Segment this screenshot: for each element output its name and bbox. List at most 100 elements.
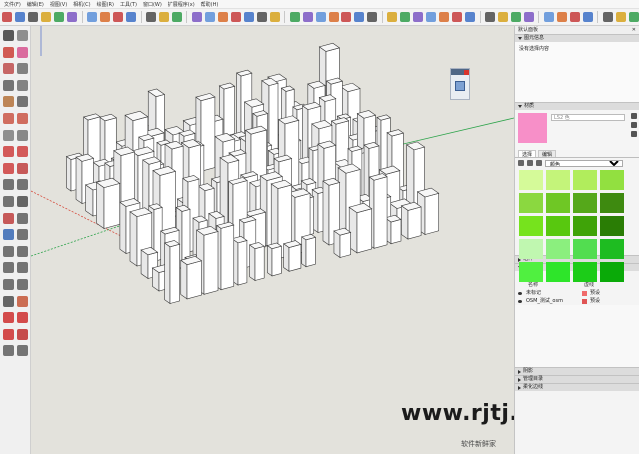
- material-swatch[interactable]: [600, 239, 624, 259]
- polygon-tool-icon[interactable]: [17, 96, 28, 108]
- wireframe-button[interactable]: [328, 11, 339, 24]
- menu-edit[interactable]: 编辑(E): [27, 1, 44, 8]
- forward-icon[interactable]: [527, 160, 533, 166]
- material-swatch[interactable]: [573, 170, 597, 190]
- circle-tool-icon[interactable]: [3, 96, 14, 108]
- print-button[interactable]: [126, 11, 137, 24]
- copy-button[interactable]: [54, 11, 65, 24]
- warehouse-a-tool-icon[interactable]: [3, 328, 14, 340]
- material-swatch[interactable]: [546, 170, 570, 190]
- menu-file[interactable]: 文件(F): [4, 1, 21, 8]
- rotate-tool-icon[interactable]: [17, 146, 28, 158]
- paste-button[interactable]: [67, 11, 78, 24]
- home-icon[interactable]: [536, 160, 542, 166]
- section-shadows[interactable]: 阴影: [515, 367, 639, 375]
- menu-window[interactable]: 窗口(W): [143, 1, 162, 8]
- section-entity-info[interactable]: 图元信息: [515, 34, 639, 42]
- menu-tools[interactable]: 工具(T): [120, 1, 137, 8]
- tab-edit[interactable]: 编辑: [538, 150, 557, 158]
- pie-tool-icon[interactable]: [17, 113, 28, 124]
- extension-a-tool-icon[interactable]: [3, 345, 14, 357]
- share-button[interactable]: [171, 11, 183, 24]
- hidden-line-button[interactable]: [341, 11, 352, 24]
- right-view-button[interactable]: [243, 11, 254, 24]
- material-swatch[interactable]: [519, 239, 543, 259]
- material-swatch[interactable]: [600, 193, 624, 213]
- menu-view[interactable]: 视图(V): [50, 1, 67, 8]
- material-swatch[interactable]: [519, 170, 543, 190]
- 3d-text-tool-icon[interactable]: [17, 212, 28, 224]
- style-d-button[interactable]: [602, 11, 613, 24]
- rectangle-tool-icon[interactable]: [3, 79, 14, 91]
- look-around-button[interactable]: [510, 11, 522, 24]
- warehouse-b-tool-icon[interactable]: [17, 328, 28, 340]
- tag-color-swatch[interactable]: [582, 298, 587, 304]
- sample-paint-icon[interactable]: [631, 131, 637, 137]
- pan-tool-icon[interactable]: [17, 229, 28, 241]
- style-a-button[interactable]: [556, 11, 567, 24]
- move-tool-icon[interactable]: [3, 146, 14, 158]
- iso-view-button[interactable]: [204, 11, 215, 24]
- select-tool-icon[interactable]: [3, 30, 14, 41]
- axes-tool-icon[interactable]: [3, 212, 14, 224]
- text-tool-icon[interactable]: [17, 196, 28, 207]
- menu-camera[interactable]: 相机(C): [73, 1, 90, 8]
- back-view-button[interactable]: [256, 11, 267, 24]
- material-swatch[interactable]: [573, 193, 597, 213]
- collection-select[interactable]: 颜色: [545, 159, 623, 167]
- undo-button[interactable]: [100, 11, 111, 24]
- zoom-button[interactable]: [426, 11, 437, 24]
- menu-help[interactable]: 帮助(H): [201, 1, 219, 8]
- material-swatch[interactable]: [519, 262, 543, 282]
- erase-button[interactable]: [87, 11, 98, 24]
- zoom-extents-tool-icon[interactable]: [3, 262, 14, 274]
- sandbox-a-tool-icon[interactable]: [3, 312, 14, 324]
- menu-extensions[interactable]: 扩展程序(x): [168, 1, 195, 8]
- orbit-button[interactable]: [400, 11, 411, 24]
- model-viewport[interactable]: www.rjtj.cn软荐网 软件新鲜家: [31, 26, 514, 454]
- cut-button[interactable]: [41, 11, 52, 24]
- material-swatch[interactable]: [546, 239, 570, 259]
- component-tool-icon[interactable]: [17, 30, 28, 41]
- push-pull-tool-icon[interactable]: [3, 129, 14, 141]
- arc-tool-icon[interactable]: [3, 113, 14, 124]
- back-edges-button[interactable]: [315, 11, 326, 24]
- box-view-button[interactable]: [543, 11, 554, 24]
- previous-view-button[interactable]: [465, 11, 476, 24]
- front-view-button[interactable]: [230, 11, 241, 24]
- outer-shell-button[interactable]: [628, 11, 639, 24]
- material-swatch[interactable]: [519, 216, 543, 236]
- default-material-icon[interactable]: [631, 122, 637, 128]
- solid-tools-button[interactable]: [615, 11, 626, 24]
- save-button[interactable]: [28, 11, 39, 24]
- protractor-tool-icon[interactable]: [17, 179, 28, 191]
- tape-tool-icon[interactable]: [3, 179, 14, 191]
- textured-button[interactable]: [367, 11, 378, 24]
- walk-button[interactable]: [498, 11, 509, 24]
- warehouse-button[interactable]: [159, 11, 170, 24]
- line-tool-icon[interactable]: [3, 63, 14, 75]
- tag-row[interactable]: 未标记 预设: [515, 289, 639, 297]
- open-button[interactable]: [15, 11, 26, 24]
- shaded-button[interactable]: [354, 11, 365, 24]
- material-swatch[interactable]: [573, 262, 597, 282]
- prev-view-tool-icon[interactable]: [17, 262, 28, 274]
- back-icon[interactable]: [518, 160, 524, 166]
- zoom-extents-button[interactable]: [452, 11, 463, 24]
- material-swatch[interactable]: [546, 193, 570, 213]
- style-b-button[interactable]: [569, 11, 580, 24]
- section-soften-edges[interactable]: 柔化边线: [515, 383, 639, 391]
- orbit-tool-icon[interactable]: [3, 229, 14, 241]
- style-c-button[interactable]: [582, 11, 593, 24]
- scale-tool-icon[interactable]: [3, 162, 14, 174]
- new-button[interactable]: [2, 11, 13, 24]
- material-swatch[interactable]: [600, 216, 624, 236]
- position-camera-tool-icon[interactable]: [3, 295, 14, 307]
- section-outliner[interactable]: 管理目录: [515, 375, 639, 383]
- follow-me-tool-icon[interactable]: [17, 162, 28, 174]
- offset-tool-icon[interactable]: [17, 129, 28, 141]
- tab-select[interactable]: 选择: [518, 150, 537, 158]
- close-icon[interactable]: [463, 69, 469, 75]
- extension-b-tool-icon[interactable]: [17, 345, 28, 357]
- visibility-icon[interactable]: [515, 299, 523, 303]
